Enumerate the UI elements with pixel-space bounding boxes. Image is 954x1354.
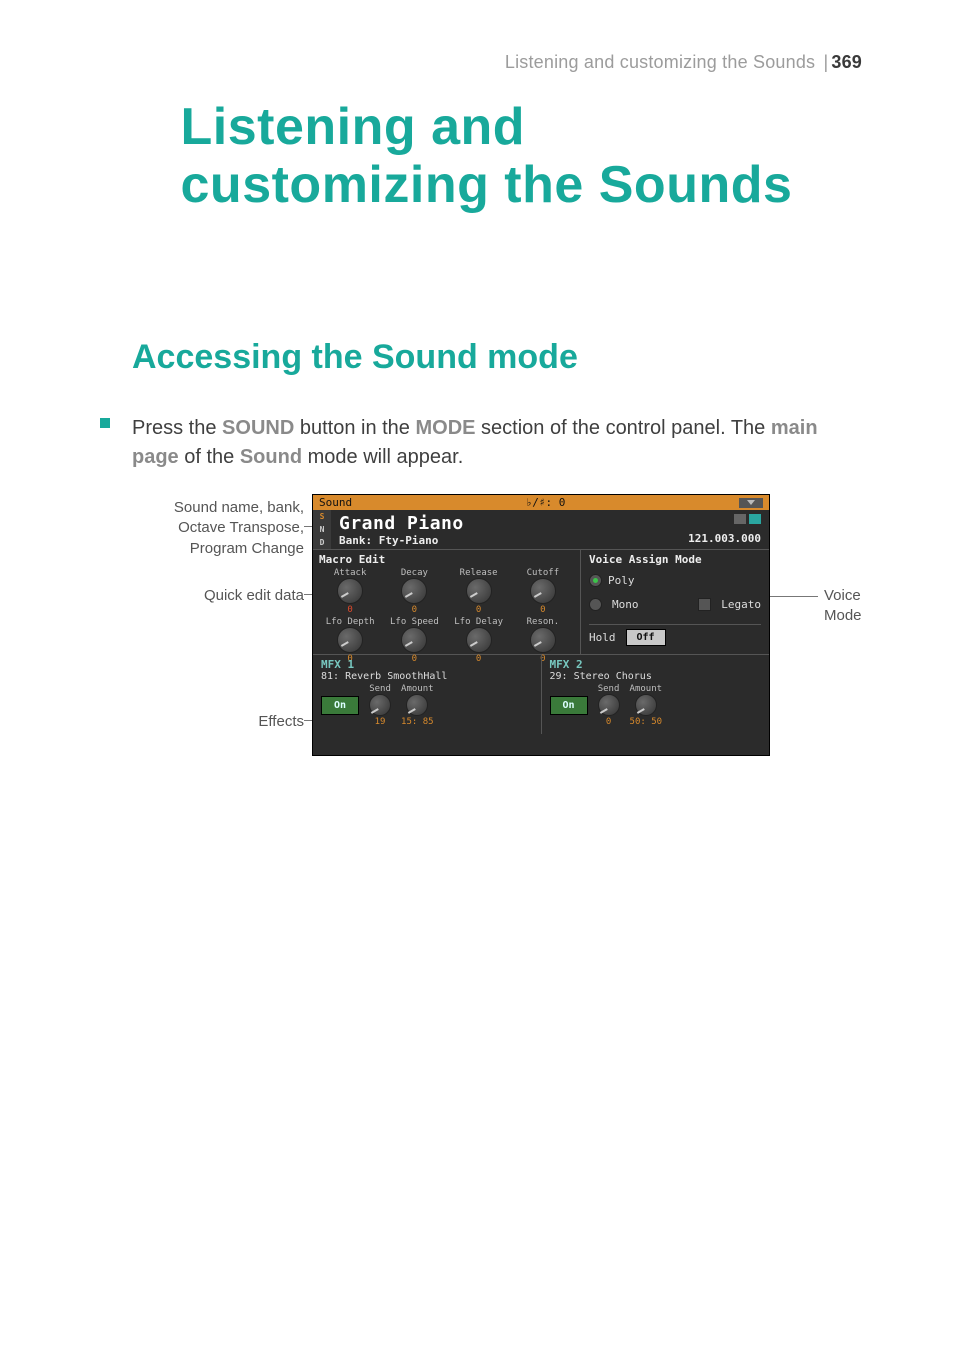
knob-control[interactable] [337,627,363,653]
dropdown-icon[interactable] [739,498,763,508]
mfx2-amount-knob[interactable] [635,694,657,716]
knob-control[interactable] [530,627,556,653]
knob-attack: Attack0 [319,568,381,615]
transpose-indicator: ♭/♯: 0 [526,496,566,509]
body-paragraph: Press the SOUND button in the MODE secti… [132,414,862,472]
knob-control[interactable] [530,578,556,604]
mono-label: Mono [612,598,639,611]
mfx2-send-knob[interactable] [598,694,620,716]
slider-icon[interactable] [734,514,746,524]
running-head-separator: | [823,52,828,72]
mfx1-send-knob[interactable] [369,694,391,716]
sound-bank: Bank: Fty-Piano [339,534,631,547]
chapter-title: Listening and customizing the Sounds [181,98,904,214]
snd-badge: S N D [313,510,331,549]
poly-label: Poly [608,574,635,587]
chapter-number: 35 [92,98,157,162]
poly-radio[interactable] [589,574,602,587]
callout-effects: Effects [258,712,304,732]
chapter-title-line1: Listening and [181,98,526,156]
keyword-sound-mode: Sound [240,446,302,468]
section-title: Accessing the Sound mode [132,338,578,377]
knob-control[interactable] [466,578,492,604]
chapter-heading: 35 Listening and customizing the Sounds [92,98,904,214]
sound-name[interactable]: Grand Piano [339,513,631,534]
mfx1-on-button[interactable]: On [321,696,359,715]
legato-checkbox[interactable] [698,598,711,611]
header-icons [734,514,761,524]
voice-assign-title: Voice Assign Mode [589,553,761,566]
sound-header: S N D Grand Piano Bank: Fty-Piano [313,510,769,550]
legato-label: Legato [721,598,761,611]
mfx2-title: MFX 2 [550,658,762,671]
chapter-title-line2: customizing the Sounds [181,156,793,214]
knob-control[interactable] [337,578,363,604]
running-head: Listening and customizing the Sounds |36… [505,52,862,73]
bullet-icon [100,418,110,428]
macro-edit-panel: Macro Edit Attack0Decay0Release0Cutoff0 … [313,550,581,654]
running-head-text: Listening and customizing the Sounds [505,52,815,72]
lead-line [770,596,818,597]
hold-label: Hold [589,631,616,644]
program-change: 121.003.000 [688,532,761,545]
keyword-mode: MODE [415,417,475,439]
macro-edit-title: Macro Edit [319,553,574,566]
mfx2-name[interactable]: 29: Stereo Chorus [550,671,762,682]
right-callouts: Voice Mode [824,586,884,627]
window-titlebar: Sound ♭/♯: 0 [313,495,769,510]
mfx1-panel: MFX 1 81: Reverb SmoothHall On Send 19 A… [313,655,541,734]
mfx1-amount-knob[interactable] [406,694,428,716]
keyword-sound: SOUND [222,417,294,439]
knob-decay: Decay0 [383,568,445,615]
page-number: 369 [831,52,862,72]
mfx1-title: MFX 1 [321,658,533,671]
info-icon[interactable] [749,514,761,524]
callout-sound-name: Sound name, bank, Octave Transpose, Prog… [130,498,304,559]
voice-assign-panel: Voice Assign Mode Poly Mono Legato Hold [581,550,769,654]
knob-release: Release0 [448,568,510,615]
screenshot: Sound ♭/♯: 0 S N D Grand Piano Bank: Fty… [312,494,770,756]
hold-toggle[interactable]: Off [626,629,666,646]
knob-cutoff: Cutoff0 [512,568,574,615]
knob-control[interactable] [401,578,427,604]
knob-control[interactable] [466,627,492,653]
callout-quick-edit: Quick edit data [204,586,304,606]
mfx2-panel: MFX 2 29: Stereo Chorus On Send 0 Amount… [541,655,770,734]
callout-voice-mode: Voice Mode [824,586,884,627]
diagram: Sound name, bank, Octave Transpose, Prog… [130,494,884,794]
knob-control[interactable] [401,627,427,653]
window-title: Sound [319,496,352,509]
mfx1-name[interactable]: 81: Reverb SmoothHall [321,671,533,682]
mono-radio[interactable] [589,598,602,611]
mfx2-on-button[interactable]: On [550,696,588,715]
